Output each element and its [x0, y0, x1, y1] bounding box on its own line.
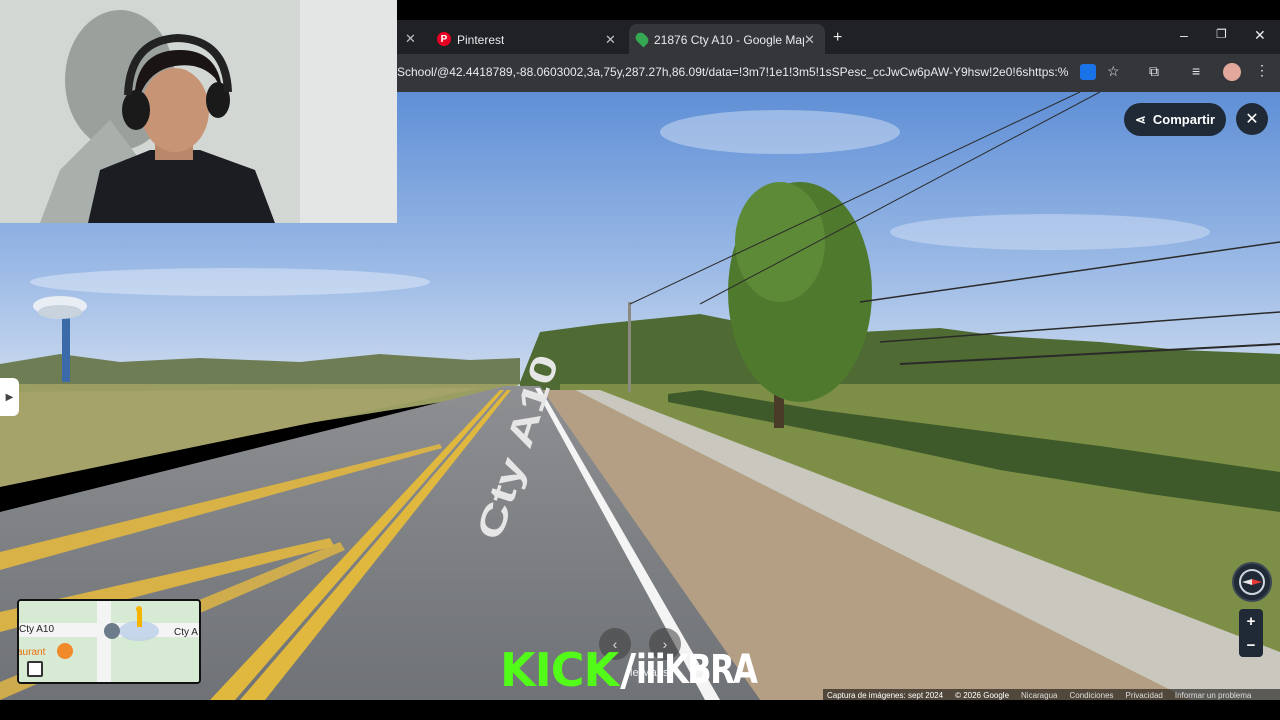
- tab-close-icon[interactable]: ✕: [405, 31, 416, 47]
- kick-logo-text: KICK: [500, 643, 619, 697]
- url-field[interactable]: School/@42.4418789,-88.0603002,3a,75y,28…: [397, 65, 1069, 79]
- webcam-image: [0, 0, 397, 223]
- capture-date: Captura de imágenes: sept 2024: [827, 690, 944, 700]
- install-app-icon[interactable]: [1080, 64, 1096, 80]
- tab-google-maps[interactable]: 21876 Cty A10 - Google Maps ✕: [629, 24, 825, 54]
- minimize-icon[interactable]: –: [1180, 27, 1188, 43]
- minimap-poi-label: aurant: [17, 647, 46, 658]
- profile-avatar-icon[interactable]: [1223, 63, 1241, 81]
- chevron-right-icon: ▶: [5, 391, 14, 403]
- bottom-black-strip: [0, 700, 1280, 720]
- zoom-control: + −: [1239, 609, 1263, 657]
- stream-branding: KICK / iiiKBRA: [500, 643, 780, 697]
- share-button[interactable]: ⋖ Compartir: [1124, 103, 1226, 136]
- streamer-handle: iiiKBRA: [636, 647, 758, 693]
- browser-menu-icon[interactable]: ⋮: [1255, 62, 1269, 79]
- minimap-road-label-right: Cty A: [174, 627, 198, 638]
- terms-link[interactable]: Condiciones: [1069, 691, 1113, 700]
- compass-button[interactable]: [1232, 562, 1272, 602]
- restore-icon[interactable]: ❐: [1216, 27, 1227, 41]
- webcam-overlay: [0, 0, 397, 223]
- privacy-link[interactable]: Privacidad: [1126, 691, 1163, 700]
- close-icon: ✕: [1245, 111, 1259, 128]
- compass-icon: [1239, 569, 1265, 595]
- tab-0[interactable]: ✕: [397, 24, 427, 54]
- window-close-icon[interactable]: ✕: [1254, 27, 1266, 44]
- report-problem-link[interactable]: Informar un problema: [1175, 691, 1251, 700]
- tab-title: 21876 Cty A10 - Google Maps: [654, 33, 804, 47]
- expand-map-icon[interactable]: [27, 661, 43, 677]
- browser-tab-bar: ✕ P Pinterest ✕ 21876 Cty A10 - Google M…: [397, 20, 1280, 54]
- close-street-view-button[interactable]: ✕: [1236, 103, 1268, 135]
- minimap[interactable]: Cty A10 Cty A aurant: [17, 599, 201, 684]
- copyright: © 2026 Google: [955, 690, 1010, 700]
- bookmark-star-icon[interactable]: ☆: [1107, 63, 1120, 80]
- share-icon: ⋖: [1135, 111, 1146, 127]
- address-bar: School/@42.4418789,-88.0603002,3a,75y,28…: [397, 54, 1280, 92]
- tab-pinterest[interactable]: P Pinterest ✕: [427, 24, 627, 54]
- share-label: Compartir: [1152, 112, 1216, 127]
- side-panel-toggle[interactable]: ▶: [0, 378, 19, 416]
- maps-pin-icon: [633, 30, 651, 48]
- tab-close-icon[interactable]: ✕: [605, 32, 616, 48]
- zoom-out-button[interactable]: −: [1239, 633, 1263, 657]
- brand-slash: /: [620, 644, 637, 696]
- country-link[interactable]: Nicaragua: [1021, 691, 1057, 700]
- extensions-icon[interactable]: ⧉: [1149, 63, 1159, 80]
- new-tab-button[interactable]: +: [833, 29, 842, 47]
- media-control-icon[interactable]: ≡: [1192, 63, 1200, 79]
- zoom-in-button[interactable]: +: [1239, 609, 1263, 633]
- minimap-image: [19, 601, 199, 682]
- minimap-road-label: Cty A10: [19, 624, 55, 635]
- pinterest-icon: P: [437, 32, 451, 46]
- tab-title: Pinterest: [457, 33, 505, 47]
- tab-close-icon[interactable]: ✕: [804, 32, 815, 48]
- screen: Cty A10 ✕ P Pinterest ✕ 21876 Cty A10 - …: [0, 0, 1280, 720]
